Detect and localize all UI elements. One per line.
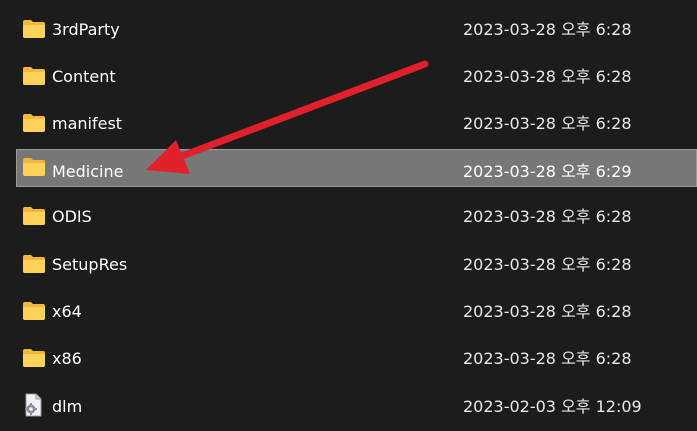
file-modified-date: 2023-02-03 오후 12:09 xyxy=(463,397,642,416)
file-modified-date: 2023-03-28 오후 6:28 xyxy=(463,349,632,368)
file-modified-date: 2023-03-28 오후 6:28 xyxy=(463,67,632,86)
file-name: ODIS xyxy=(52,207,92,226)
folder-icon xyxy=(23,349,45,367)
folder-icon xyxy=(23,158,45,176)
file-modified-date: 2023-03-28 오후 6:28 xyxy=(463,207,632,226)
file-name: Medicine xyxy=(52,162,124,181)
file-row-dlm[interactable]: dlm 2023-02-03 오후 12:09 xyxy=(16,388,697,426)
file-modified-date: 2023-03-28 오후 6:28 xyxy=(463,255,632,274)
folder-icon xyxy=(23,207,45,225)
file-modified-date: 2023-03-28 오후 6:28 xyxy=(463,302,632,321)
file-name: manifest xyxy=(52,114,123,133)
file-name: dlm xyxy=(52,397,83,416)
file-row-x64[interactable]: x64 2023-03-28 오후 6:28 xyxy=(16,293,697,331)
file-row-medicine[interactable]: Medicine 2023-03-28 오후 6:29 xyxy=(16,149,697,187)
settings-file-icon xyxy=(25,393,42,417)
file-name: 3rdParty xyxy=(52,20,120,39)
file-name: SetupRes xyxy=(52,255,128,274)
file-row-setupres[interactable]: SetupRes 2023-03-28 오후 6:28 xyxy=(16,246,697,284)
file-name: x64 xyxy=(52,302,82,321)
file-row-odis[interactable]: ODIS 2023-03-28 오후 6:28 xyxy=(16,198,697,236)
file-row-3rdparty[interactable]: 3rdParty 2023-03-28 오후 6:28 xyxy=(16,11,697,49)
folder-icon xyxy=(23,67,45,85)
file-row-manifest[interactable]: manifest 2023-03-28 오후 6:28 xyxy=(16,105,697,143)
file-row-x86[interactable]: x86 2023-03-28 오후 6:28 xyxy=(16,340,697,378)
file-name: x86 xyxy=(52,349,82,368)
file-row-content[interactable]: Content 2023-03-28 오후 6:28 xyxy=(16,58,697,96)
file-modified-date: 2023-03-28 오후 6:28 xyxy=(463,20,632,39)
folder-icon xyxy=(23,255,45,273)
file-list: 3rdParty 2023-03-28 오후 6:28 Content 2023… xyxy=(0,0,697,431)
file-name: Content xyxy=(52,67,116,86)
folder-icon xyxy=(23,302,45,320)
folder-icon xyxy=(23,114,45,132)
folder-icon xyxy=(23,20,45,38)
file-modified-date: 2023-03-28 오후 6:28 xyxy=(463,114,632,133)
file-modified-date: 2023-03-28 오후 6:29 xyxy=(463,162,632,181)
